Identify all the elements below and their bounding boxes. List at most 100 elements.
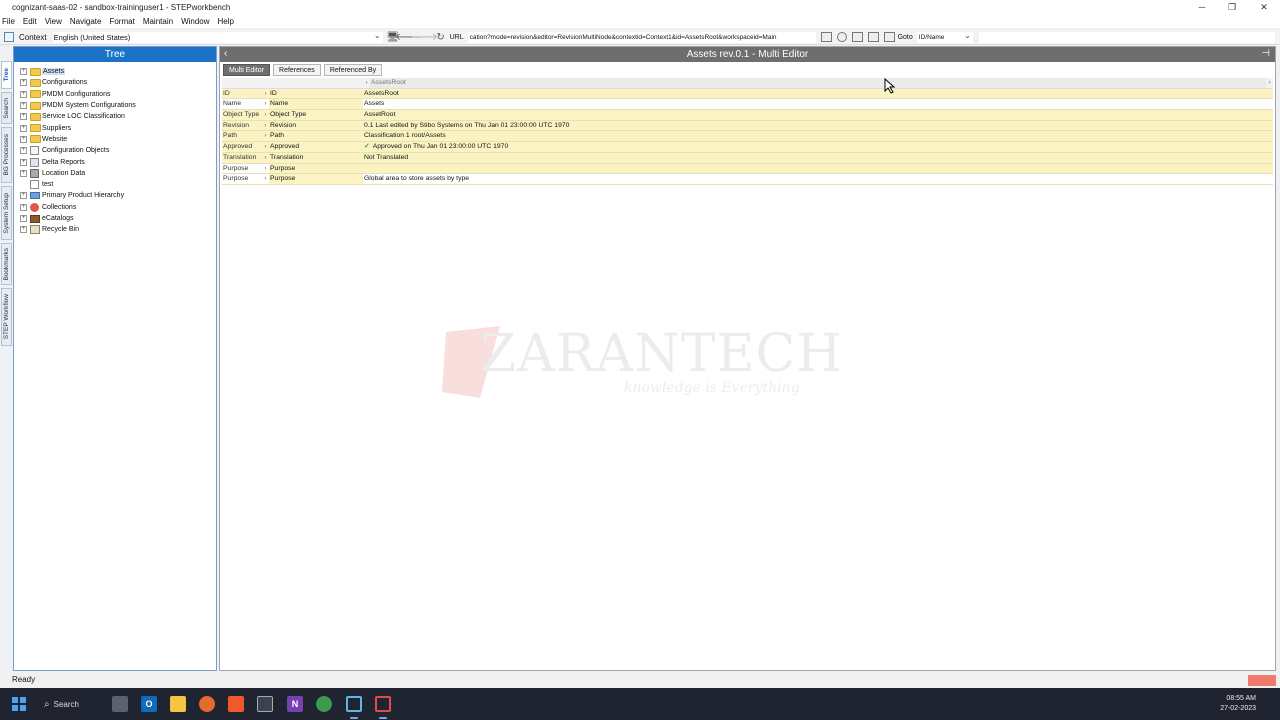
tree-item-label: Delta Reports [42, 158, 85, 166]
row-value[interactable]: ✓ Approved on Thu Jan 01 23:00:00 UTC 197… [363, 142, 1273, 152]
row-value[interactable]: Global area to store assets by type [363, 174, 1273, 184]
table-row[interactable]: Object Type › Object Type AssetRoot [222, 110, 1273, 121]
column-header[interactable]: AssetsRoot [370, 78, 1266, 88]
row-value[interactable]: Not Translated [363, 153, 1273, 163]
recorder-icon[interactable] [375, 696, 391, 712]
tab-bookmarks[interactable]: Bookmarks [1, 243, 12, 285]
minimize-button[interactable]: ─ [1186, 0, 1218, 14]
expand-icon[interactable]: + [20, 147, 27, 155]
row-value[interactable]: AssetRoot [363, 110, 1273, 120]
tree-item-service-loc-classification[interactable]: + Service LOC Classification [14, 111, 216, 122]
row-value[interactable]: Classification 1 root/Assets [363, 131, 1273, 141]
print-icon[interactable] [883, 32, 895, 42]
expand-icon[interactable]: + [20, 68, 27, 76]
tree-item-ecatalogs[interactable]: + eCatalogs [14, 213, 216, 224]
tab-referenced-by[interactable]: Referenced By [323, 64, 383, 76]
memory-indicator[interactable] [1248, 675, 1276, 686]
forward-arrow-icon[interactable]: 🡒 [411, 31, 438, 43]
menu-maintain[interactable]: Maintain [142, 17, 179, 26]
tree-item-delta-reports[interactable]: + Delta Reports [14, 156, 216, 167]
menu-format[interactable]: Format [108, 17, 140, 26]
task-view-icon[interactable] [112, 696, 128, 712]
row-value[interactable] [363, 163, 1273, 174]
table-row[interactable]: Approved › Approved ✓ Approved on Thu Jan… [222, 142, 1273, 153]
tree-item-primary-product-hierarchy[interactable]: + Primary Product Hierarchy [14, 190, 216, 201]
expand-icon[interactable]: + [20, 113, 27, 121]
onenote-icon[interactable]: N [287, 696, 303, 712]
preview-icon[interactable] [836, 32, 847, 42]
tab-tree[interactable]: Tree [1, 61, 12, 89]
url-input[interactable]: cation?mode=revision&editor=RevisionMult… [467, 31, 816, 43]
tab-multi-editor[interactable]: Multi Editor [223, 64, 271, 76]
tab-references[interactable]: References [273, 64, 321, 76]
chevron-right-icon[interactable]: › [1266, 78, 1273, 88]
table-row[interactable]: Name › Name Assets [222, 99, 1273, 111]
outlook-icon[interactable]: O [141, 696, 157, 712]
expand-icon[interactable]: + [20, 203, 27, 211]
tree-item-collections[interactable]: + Collections [14, 202, 216, 213]
layout-icon[interactable] [820, 32, 832, 42]
row-value[interactable]: 0.1 Last edited by Stibo Systems on Thu … [363, 121, 1273, 131]
tree-item-location-data[interactable]: + Location Data [14, 168, 216, 179]
tree-item-pmdm-configurations[interactable]: + PMDM Configurations [14, 89, 216, 100]
expand-icon[interactable]: + [20, 169, 27, 177]
table-row[interactable]: Revision › Revision 0.1 Last edited by S… [222, 120, 1273, 132]
menu-view[interactable]: View [44, 17, 68, 26]
tab-search[interactable]: Search [1, 92, 12, 124]
tree-item-pmdm-system-configurations[interactable]: + PMDM System Configurations [14, 100, 216, 111]
expand-icon[interactable]: + [20, 79, 27, 87]
tree-item-test[interactable]: test [14, 179, 216, 190]
goto-input[interactable] [978, 31, 1275, 43]
expand-icon[interactable]: + [20, 226, 27, 234]
table-row[interactable]: ID › ID AssetsRoot [222, 88, 1273, 100]
expand-icon[interactable]: + [20, 135, 27, 143]
pin-icon[interactable]: ⊣ [1261, 48, 1270, 59]
snipping-tool-icon[interactable] [257, 696, 273, 712]
refresh-icon[interactable]: ↻ [435, 31, 447, 43]
context-toggle-icon[interactable] [4, 32, 14, 42]
expand-icon[interactable]: + [20, 90, 27, 98]
system-clock[interactable]: 08:55 AM 27-02-2023 [1220, 694, 1256, 714]
row-value[interactable]: AssetsRoot [363, 89, 1273, 99]
monitor-icon[interactable] [851, 32, 863, 42]
brave-icon[interactable] [228, 696, 244, 712]
tab-bg-processes[interactable]: BG Processes [1, 127, 12, 183]
table-row[interactable]: Purpose › Purpose [222, 163, 1273, 175]
row-attribute-name: Purpose [223, 175, 249, 183]
step-workbench-icon[interactable] [346, 696, 362, 712]
menu-navigate[interactable]: Navigate [69, 17, 108, 26]
expand-icon[interactable]: + [20, 192, 27, 200]
chrome-icon[interactable] [316, 696, 332, 712]
tree-item-configuration-objects[interactable]: + Configuration Objects [14, 145, 216, 156]
tab-step-workflow[interactable]: STEP Workflow [1, 288, 12, 346]
goto-select[interactable]: ID/Name ⌄ [916, 31, 973, 43]
table-row[interactable]: Translation › Translation Not Translated [222, 152, 1273, 164]
expand-icon[interactable]: + [20, 102, 27, 110]
tree-item-configurations[interactable]: + Configurations [14, 77, 216, 88]
windows-start-icon[interactable] [11, 696, 27, 712]
tree-item-website[interactable]: + Website [14, 134, 216, 145]
table-row[interactable]: Path › Path Classification 1 root/Assets [222, 131, 1273, 143]
row-value[interactable]: Assets [363, 99, 1273, 109]
menu-window[interactable]: Window [180, 17, 215, 26]
maximize-button[interactable]: ❐ [1216, 0, 1248, 14]
menu-file[interactable]: File [1, 17, 21, 26]
menu-help[interactable]: Help [217, 17, 240, 26]
table-row[interactable]: Purpose › Purpose Global area to store a… [222, 174, 1273, 185]
tree-list: + Assets + Configurations + PMDM Configu… [14, 62, 216, 235]
file-explorer-icon[interactable] [170, 696, 186, 712]
tree-item-recycle-bin[interactable]: + Recycle Bin [14, 224, 216, 235]
tree-item-assets[interactable]: + Assets [14, 66, 216, 77]
firefox-icon[interactable] [199, 696, 215, 712]
grid-icon[interactable] [867, 32, 879, 42]
expand-icon[interactable]: + [20, 158, 27, 166]
tab-system-setup[interactable]: System Setup [1, 186, 12, 240]
menu-edit[interactable]: Edit [22, 17, 43, 26]
taskbar-search[interactable]: ⌕ Search [44, 695, 100, 713]
row-attribute-name: Purpose [223, 164, 249, 172]
close-button[interactable]: ✕ [1248, 0, 1280, 14]
context-select[interactable]: English (United States) ⌄ [52, 31, 383, 43]
expand-icon[interactable]: + [20, 124, 27, 132]
expand-icon[interactable]: + [20, 215, 27, 222]
tree-item-suppliers[interactable]: + Suppliers [14, 122, 216, 133]
